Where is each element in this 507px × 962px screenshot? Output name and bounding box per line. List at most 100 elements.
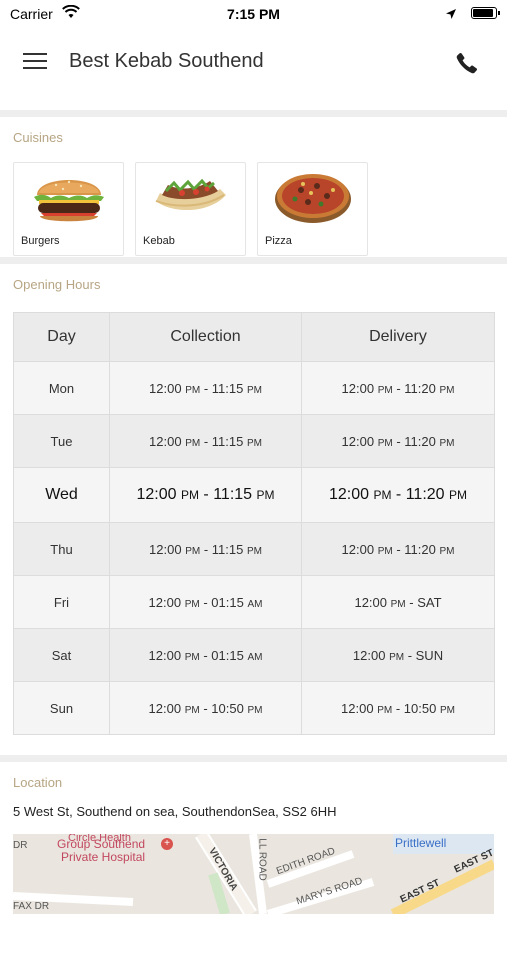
time-start: 12:00 <box>148 700 182 716</box>
time-end-period: AM <box>247 651 263 663</box>
time-start: 12:00 <box>341 433 375 449</box>
location-map[interactable]: DR Circle Health Group Southend + Privat… <box>13 834 494 914</box>
time-separator: - <box>392 700 404 716</box>
column-header-day: Day <box>13 312 110 362</box>
time-end-period: PM <box>246 437 262 449</box>
hours-row-fri: Fri 12:00 PM - 01:15 AM 12:00 PM - SAT <box>13 575 495 629</box>
location-title: Location <box>13 775 63 790</box>
delivery-time-cell: 12:00 PM - 11:20 PM <box>301 522 495 576</box>
burger-image <box>14 163 123 229</box>
collection-time-cell: 12:00 PM - 11:15 PM <box>109 361 302 415</box>
time-end: SUN <box>415 647 444 663</box>
time-start-period: PM <box>377 545 393 557</box>
map-label: DR <box>13 840 28 851</box>
time-end-period: PM <box>439 437 455 449</box>
delivery-time-cell: 12:00 PM - 10:50 PM <box>301 681 495 735</box>
time-start: 12:00 <box>148 647 182 663</box>
time-separator: - <box>392 380 405 396</box>
delivery-time-cell: 12:00 PM - SAT <box>301 575 495 629</box>
time-separator: - <box>200 541 212 557</box>
time-start: 12:00 <box>354 594 388 610</box>
cuisine-label: Pizza <box>265 235 292 247</box>
time-end: 11:20 <box>404 541 436 557</box>
time-end-period: PM <box>256 488 275 502</box>
time-start-period: PM <box>377 437 393 449</box>
time-start-period: PM <box>389 651 405 663</box>
collection-time-cell: 12:00 PM - 11:15 PM <box>109 522 302 576</box>
cuisine-card-burgers[interactable]: Burgers <box>13 162 124 256</box>
phone-icon[interactable] <box>455 51 479 75</box>
hours-row-sun: Sun 12:00 PM - 10:50 PM 12:00 PM - 10:50 P… <box>13 681 495 735</box>
time-start: 12:00 <box>341 700 374 716</box>
page-title: Best Kebab Southend <box>69 50 264 72</box>
hours-row-thu: Thu 12:00 PM - 11:15 PM 12:00 PM - 11:20 P… <box>13 522 495 576</box>
opening-hours-section: Opening Hours Day Collection Delivery Mo… <box>0 264 507 755</box>
time-start-period: PM <box>185 384 201 396</box>
cuisine-card-pizza[interactable]: Pizza <box>257 162 368 256</box>
time-separator: - <box>199 647 212 663</box>
time-end: 11:15 <box>211 433 244 449</box>
status-bar: Carrier 7:15 PM <box>0 0 507 30</box>
day-cell: Mon <box>13 361 110 415</box>
battery-icon <box>471 7 500 19</box>
map-label-hospital: Private Hospital <box>61 850 146 864</box>
time-separator: - <box>200 380 212 396</box>
time-start: 12:00 <box>149 433 182 449</box>
time-start-period: PM <box>185 437 201 449</box>
time-start: 12:00 <box>352 647 386 663</box>
day-cell: Sun <box>13 681 110 735</box>
time-start: 12:00 <box>136 486 177 503</box>
time-separator: - <box>392 541 405 557</box>
time-end: 01:15 <box>211 647 244 663</box>
day-cell: Sat <box>13 628 110 682</box>
delivery-time-cell: 12:00 PM - 11:20 PM <box>301 361 495 415</box>
time-end-period: PM <box>246 545 262 557</box>
section-divider <box>0 110 507 117</box>
section-divider <box>0 755 507 762</box>
time-start-period: PM <box>184 704 200 716</box>
time-end: 10:50 <box>211 700 244 716</box>
time-end: SAT <box>417 594 442 610</box>
time-start-period: PM <box>390 598 406 610</box>
time-start: 12:00 <box>149 380 182 396</box>
column-header-collection: Collection <box>109 312 302 362</box>
time-start: 12:00 <box>341 541 375 557</box>
cuisine-label: Kebab <box>143 235 175 247</box>
app-header: Best Kebab Southend <box>0 30 507 110</box>
cuisines-title: Cuisines <box>13 130 63 145</box>
time-start-period: PM <box>184 651 200 663</box>
hours-row-mon: Mon 12:00 PM - 11:15 PM 12:00 PM - 11:20 P… <box>13 361 495 415</box>
hamburger-menu-icon[interactable] <box>23 53 47 70</box>
time-end-period: PM <box>439 384 455 396</box>
time-separator: - <box>391 486 406 503</box>
hospital-marker-icon: + <box>161 838 173 850</box>
time-end: 11:20 <box>405 486 445 503</box>
collection-time-cell: 12:00 PM - 10:50 PM <box>109 681 302 735</box>
time-end: 10:50 <box>403 700 437 716</box>
time-end-period: PM <box>246 384 262 396</box>
clock: 7:15 PM <box>227 6 280 22</box>
time-start-period: PM <box>180 488 199 502</box>
cuisine-card-kebab[interactable]: Kebab <box>135 162 246 256</box>
map-label: LL ROAD <box>256 838 268 881</box>
time-end-period: PM <box>449 488 468 502</box>
time-end-period: PM <box>439 704 455 716</box>
time-separator: - <box>404 647 416 663</box>
time-end-period: AM <box>247 598 263 610</box>
time-separator: - <box>199 700 212 716</box>
cuisines-section: Cuisines Burgers Kebab Pizza <box>0 117 507 257</box>
time-end-period: PM <box>247 704 263 716</box>
map-label-prittlewell: Prittlewell <box>395 836 447 850</box>
delivery-time-cell: 12:00 PM - 11:20 PM <box>301 414 495 468</box>
time-start: 12:00 <box>328 486 370 503</box>
day-cell: Fri <box>13 575 110 629</box>
time-end: 11:15 <box>213 486 253 503</box>
collection-time-cell: 12:00 PM - 01:15 AM <box>109 628 302 682</box>
time-separator: - <box>405 594 418 610</box>
time-end: 11:15 <box>211 380 244 396</box>
hours-row-wed: Wed 12:00 PM - 11:15 PM 12:00 PM - 11:20 P… <box>13 467 495 523</box>
time-end: 11:20 <box>404 433 436 449</box>
time-start-period: PM <box>377 384 393 396</box>
collection-time-cell: 12:00 PM - 11:15 PM <box>109 467 302 523</box>
day-cell: Thu <box>13 522 110 576</box>
